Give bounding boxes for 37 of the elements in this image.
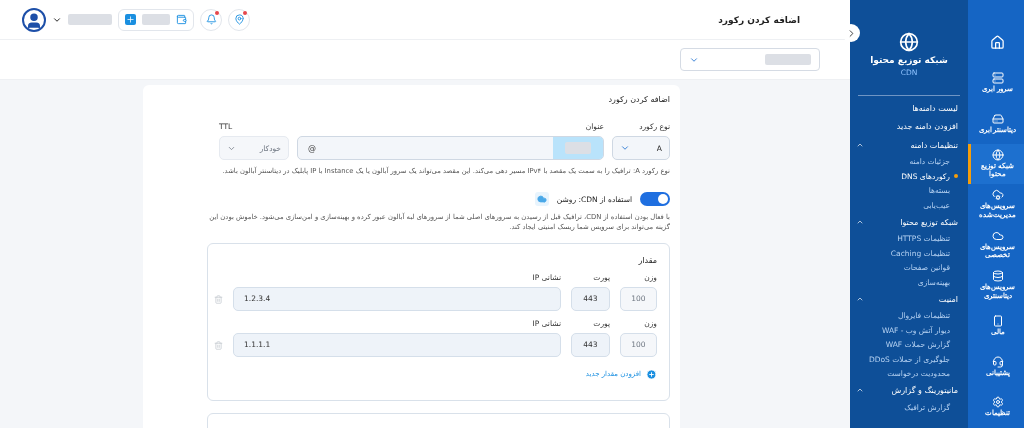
database-icon [991,270,1004,283]
wallet-button[interactable] [118,8,194,31]
headset-icon [991,355,1004,368]
wallet-icon [176,14,187,25]
chevron-up-icon [856,295,864,303]
blurred-name [68,14,112,25]
bell-button[interactable] [200,8,222,31]
server-icon [991,72,1004,85]
plus-icon [125,14,136,25]
chevron-down-icon [620,143,630,153]
bell-icon [205,14,217,25]
menu-item[interactable]: افزودن دامنه جدید [856,117,958,136]
collapse-button[interactable] [842,24,860,42]
menu-group[interactable]: تنظیمات دامنه [856,136,958,155]
page-title: اضافه کردن رکورد [718,14,800,25]
card-title: اضافه کردن رکورد [607,95,670,104]
avatar[interactable] [22,7,46,32]
pin-button[interactable] [228,8,250,31]
cloud-icon [991,229,1004,242]
cdn-toggle[interactable] [640,192,670,207]
menu-group[interactable]: امنیت [856,289,958,309]
drive-icon [991,112,1004,125]
panel-title: شبکه توزیع محتوا [870,55,948,65]
phone-icon [991,315,1004,328]
cloud-icon [534,192,549,207]
menu-item[interactable]: لیست دامنه‌ها [856,99,958,118]
globe-icon [899,32,919,52]
menu-group[interactable]: شبکه توزیع محتوا [856,212,958,232]
cloud-gear-icon [991,189,1004,202]
globe-icon [991,148,1004,161]
map-pin-icon [233,14,245,25]
home-icon [990,34,1005,50]
menu-group[interactable]: مانیتورینگ و گزارش [856,381,958,400]
settings-icon [991,396,1004,409]
name-field[interactable]: @ [297,136,604,160]
plus-circle-icon [646,368,657,380]
box-title: مقدار [637,255,657,265]
